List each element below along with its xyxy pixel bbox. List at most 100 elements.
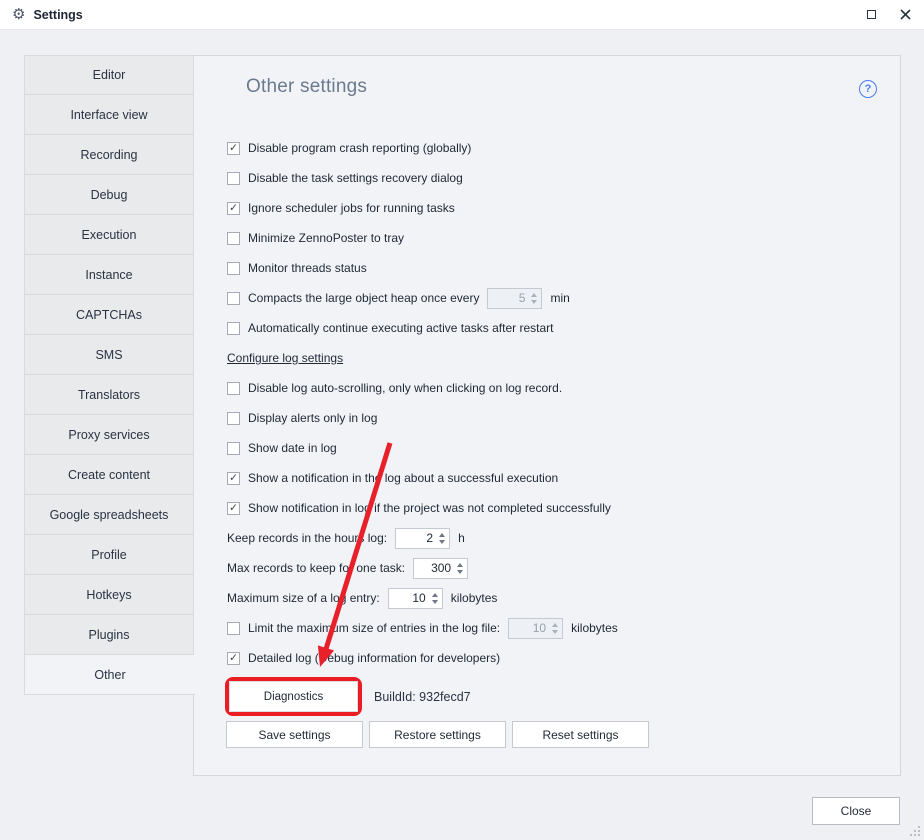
- keep-records-row: Keep records in the hours log: 2 h: [227, 523, 618, 553]
- spinner-value: 300: [431, 561, 451, 575]
- option-row: ✓ Show a notification in the log about a…: [227, 463, 618, 493]
- diagnostics-row: Diagnostics BuildId: 932fecd7: [225, 677, 471, 716]
- field-label: Maximum size of a log entry:: [227, 591, 380, 605]
- spinner-down-icon[interactable]: [432, 600, 438, 604]
- max-log-entry-row: Maximum size of a log entry: 10 kilobyte…: [227, 583, 618, 613]
- reset-settings-button[interactable]: Reset settings: [512, 721, 649, 748]
- checkbox[interactable]: ✓: [227, 142, 240, 155]
- other-settings-panel: Other settings ? ✓ Disable program crash…: [193, 55, 901, 776]
- sidebar-item-captchas[interactable]: CAPTCHAs: [24, 295, 194, 335]
- unit-label: min: [550, 291, 569, 305]
- option-row: Monitor threads status: [227, 253, 618, 283]
- sidebar-item-plugins[interactable]: Plugins: [24, 615, 194, 655]
- checkbox-label: Automatically continue executing active …: [248, 321, 553, 335]
- checkbox-label: Limit the maximum size of entries in the…: [248, 621, 500, 635]
- sidebar-item-translators[interactable]: Translators: [24, 375, 194, 415]
- log-settings-link-row: Configure log settings: [227, 343, 618, 373]
- option-row: Disable log auto-scrolling, only when cl…: [227, 373, 618, 403]
- window-title: Settings: [33, 8, 82, 22]
- checkbox-label: Show date in log: [248, 441, 337, 455]
- spinner-up-icon[interactable]: [439, 533, 445, 537]
- checkbox-label: Compacts the large object heap once ever…: [248, 291, 479, 305]
- checkbox[interactable]: ✓: [227, 502, 240, 515]
- titlebar: ⚙ Settings: [0, 0, 924, 30]
- option-row: ✓ Ignore scheduler jobs for running task…: [227, 193, 618, 223]
- close-window-button[interactable]: [890, 0, 920, 29]
- max-records-spinner[interactable]: 300: [413, 558, 468, 579]
- build-id-label: BuildId: 932fecd7: [374, 690, 471, 704]
- keep-records-spinner[interactable]: 2: [395, 528, 450, 549]
- sidebar-item-recording[interactable]: Recording: [24, 135, 194, 175]
- checkbox-label: Display alerts only in log: [248, 411, 377, 425]
- resize-grip[interactable]: [908, 824, 920, 836]
- spinner-down-icon[interactable]: [457, 570, 463, 574]
- close-button[interactable]: Close: [812, 797, 900, 825]
- spinner-up-icon[interactable]: [531, 293, 537, 297]
- checkbox[interactable]: [227, 412, 240, 425]
- checkbox-label: Disable the task settings recovery dialo…: [248, 171, 463, 185]
- option-row: Automatically continue executing active …: [227, 313, 618, 343]
- max-records-row: Max records to keep for one task: 300: [227, 553, 618, 583]
- checkbox[interactable]: [227, 622, 240, 635]
- window-body: Editor Interface view Recording Debug Ex…: [0, 30, 924, 840]
- unit-label: h: [458, 531, 465, 545]
- sidebar-item-hotkeys[interactable]: Hotkeys: [24, 575, 194, 615]
- log-file-limit-spinner[interactable]: 10: [508, 618, 563, 639]
- checkbox-label: Show a notification in the log about a s…: [248, 471, 558, 485]
- spinner-value: 2: [426, 531, 433, 545]
- checkbox-label: Disable program crash reporting (globall…: [248, 141, 471, 155]
- checkbox[interactable]: [227, 322, 240, 335]
- checkbox[interactable]: [227, 172, 240, 185]
- unit-label: kilobytes: [571, 621, 618, 635]
- checkbox-label: Show notification in log if the project …: [248, 501, 611, 515]
- sidebar-item-interface-view[interactable]: Interface view: [24, 95, 194, 135]
- gear-icon: ⚙: [12, 7, 25, 22]
- sidebar-item-editor[interactable]: Editor: [24, 55, 194, 95]
- sidebar-item-other[interactable]: Other: [24, 655, 195, 695]
- spinner-down-icon[interactable]: [552, 630, 558, 634]
- checkbox[interactable]: [227, 262, 240, 275]
- sidebar-item-execution[interactable]: Execution: [24, 215, 194, 255]
- help-icon[interactable]: ?: [859, 80, 877, 98]
- options-list: ✓ Disable program crash reporting (globa…: [227, 133, 618, 673]
- option-row: ✓ Disable program crash reporting (globa…: [227, 133, 618, 163]
- spinner-up-icon[interactable]: [457, 563, 463, 567]
- maximize-button[interactable]: [856, 0, 886, 29]
- checkbox[interactable]: ✓: [227, 472, 240, 485]
- checkbox[interactable]: [227, 442, 240, 455]
- option-row: Show date in log: [227, 433, 618, 463]
- option-row: Minimize ZennoPoster to tray: [227, 223, 618, 253]
- heap-interval-spinner[interactable]: 5: [487, 288, 542, 309]
- sidebar-item-instance[interactable]: Instance: [24, 255, 194, 295]
- sidebar-item-google-spreadsheets[interactable]: Google spreadsheets: [24, 495, 194, 535]
- sidebar-item-proxy-services[interactable]: Proxy services: [24, 415, 194, 455]
- checkbox[interactable]: [227, 292, 240, 305]
- checkbox[interactable]: [227, 382, 240, 395]
- log-entry-size-spinner[interactable]: 10: [388, 588, 443, 609]
- sidebar-item-sms[interactable]: SMS: [24, 335, 194, 375]
- restore-settings-button[interactable]: Restore settings: [369, 721, 506, 748]
- detailed-log-row: ✓ Detailed log (Debug information for de…: [227, 643, 618, 673]
- configure-log-settings-link[interactable]: Configure log settings: [227, 351, 343, 365]
- option-row: Display alerts only in log: [227, 403, 618, 433]
- sidebar-item-debug[interactable]: Debug: [24, 175, 194, 215]
- spinner-down-icon[interactable]: [531, 300, 537, 304]
- diagnostics-button[interactable]: Diagnostics: [229, 681, 358, 712]
- maximize-icon: [867, 10, 876, 19]
- checkbox-label: Disable log auto-scrolling, only when cl…: [248, 381, 562, 395]
- spinner-down-icon[interactable]: [439, 540, 445, 544]
- checkbox-label: Detailed log (Debug information for deve…: [248, 651, 500, 665]
- spinner-value: 5: [519, 291, 526, 305]
- sidebar-item-create-content[interactable]: Create content: [24, 455, 194, 495]
- unit-label: kilobytes: [451, 591, 498, 605]
- save-settings-button[interactable]: Save settings: [226, 721, 363, 748]
- spinner-up-icon[interactable]: [432, 593, 438, 597]
- checkbox-label: Ignore scheduler jobs for running tasks: [248, 201, 455, 215]
- checkbox[interactable]: [227, 232, 240, 245]
- checkbox[interactable]: ✓: [227, 652, 240, 665]
- spinner-up-icon[interactable]: [552, 623, 558, 627]
- sidebar-item-profile[interactable]: Profile: [24, 535, 194, 575]
- close-icon: [900, 9, 911, 20]
- checkbox[interactable]: ✓: [227, 202, 240, 215]
- checkbox-label: Monitor threads status: [248, 261, 367, 275]
